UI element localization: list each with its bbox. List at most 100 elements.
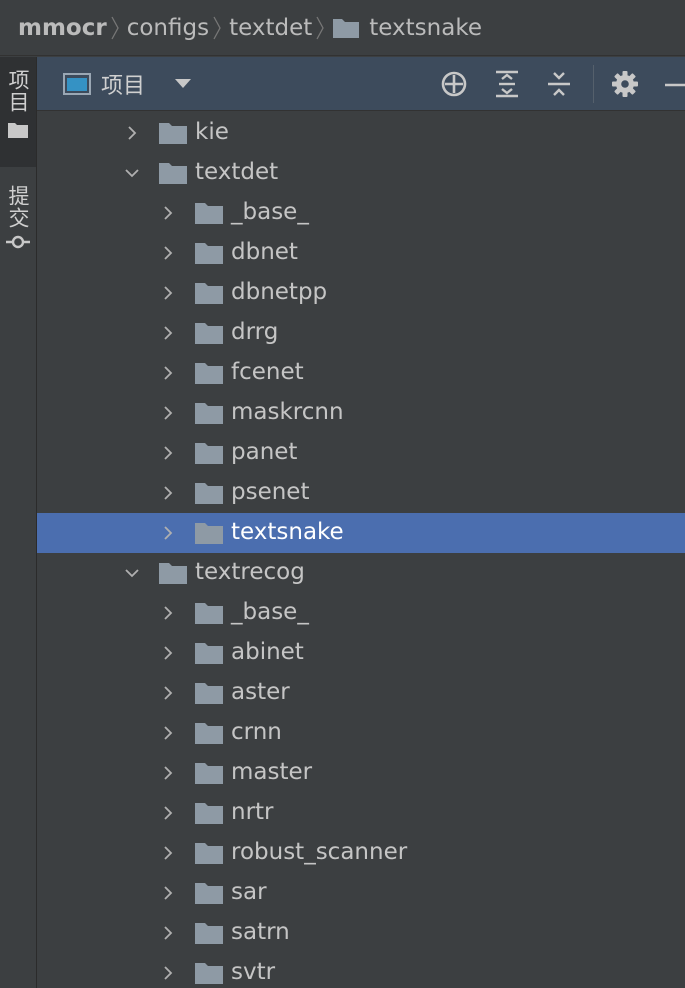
- chevron-down-icon[interactable]: [125, 566, 139, 580]
- breadcrumb-separator-icon: [213, 16, 221, 39]
- tree-item-label: textsnake: [231, 519, 344, 545]
- breadcrumb-item-textsnake[interactable]: textsnake: [369, 15, 482, 41]
- locate-icon[interactable]: [440, 70, 468, 98]
- chevron-right-icon[interactable]: [161, 926, 175, 940]
- tree-item-label: maskrcnn: [231, 399, 344, 425]
- chevron-right-icon[interactable]: [161, 486, 175, 500]
- tree-row-textdet[interactable]: textdet: [37, 153, 685, 193]
- folder-icon: [195, 403, 223, 424]
- chevron-right-icon[interactable]: [161, 326, 175, 340]
- tree-row-textsnake[interactable]: textsnake: [37, 513, 685, 553]
- folder-icon: [8, 123, 28, 138]
- tree-item-label: abinet: [231, 639, 304, 665]
- folder-icon: [195, 843, 223, 864]
- chevron-right-icon[interactable]: [161, 446, 175, 460]
- chevron-right-icon[interactable]: [161, 766, 175, 780]
- folder-icon: [195, 523, 223, 544]
- tree-item-label: robust_scanner: [231, 839, 408, 865]
- tree-row-sar[interactable]: sar: [37, 873, 685, 913]
- folder-icon: [195, 643, 223, 664]
- chevron-right-icon[interactable]: [161, 366, 175, 380]
- tree-row-psenet[interactable]: psenet: [37, 473, 685, 513]
- breadcrumb-item-textdet[interactable]: textdet: [229, 15, 312, 41]
- chevron-right-icon[interactable]: [161, 686, 175, 700]
- folder-icon: [195, 483, 223, 504]
- folder-icon: [195, 763, 223, 784]
- tree-row-master[interactable]: master: [37, 753, 685, 793]
- tree-row-dbnetpp[interactable]: dbnetpp: [37, 273, 685, 313]
- tree-row-dbnet[interactable]: dbnet: [37, 233, 685, 273]
- tool-tab-project[interactable]: 项目: [0, 57, 36, 167]
- tree-item-label: _base_: [231, 599, 309, 625]
- tree-row-fcenet[interactable]: fcenet: [37, 353, 685, 393]
- chevron-down-icon[interactable]: [125, 166, 139, 180]
- tree-item-label: panet: [231, 439, 298, 465]
- folder-icon: [159, 163, 187, 184]
- tree-item-label: crnn: [231, 719, 282, 745]
- folder-icon: [195, 363, 223, 384]
- chevron-right-icon[interactable]: [161, 246, 175, 260]
- tree-row-base[interactable]: _base_: [37, 593, 685, 633]
- folder-icon: [195, 203, 223, 224]
- tree-row-satrn[interactable]: satrn: [37, 913, 685, 953]
- project-tree[interactable]: kie textdet _base_ dbnet dbnetpp drrg fcenet ma…: [37, 111, 685, 988]
- tree-item-label: fcenet: [231, 359, 304, 385]
- chevron-right-icon[interactable]: [161, 206, 175, 220]
- tool-tab-commit[interactable]: 提交: [0, 179, 36, 279]
- tree-row-svtr[interactable]: svtr: [37, 953, 685, 988]
- folder-icon: [195, 283, 223, 304]
- tree-item-label: textrecog: [195, 559, 305, 585]
- folder-icon: [195, 923, 223, 944]
- chevron-right-icon[interactable]: [161, 406, 175, 420]
- breadcrumb-separator-icon: [111, 16, 119, 39]
- tree-item-label: aster: [231, 679, 290, 705]
- folder-icon: [195, 603, 223, 624]
- folder-icon: [195, 683, 223, 704]
- tree-row-crnn[interactable]: crnn: [37, 713, 685, 753]
- folder-icon: [195, 243, 223, 264]
- tree-item-label: satrn: [231, 919, 290, 945]
- folder-icon: [159, 563, 187, 584]
- folder-icon: [195, 323, 223, 344]
- tree-row-kie[interactable]: kie: [37, 113, 685, 153]
- expand-all-icon[interactable]: [494, 70, 520, 98]
- gear-icon[interactable]: [611, 70, 639, 98]
- tree-row-drrg[interactable]: drrg: [37, 313, 685, 353]
- tool-tab-project-label: 项目: [6, 69, 30, 113]
- tree-row-abinet[interactable]: abinet: [37, 633, 685, 673]
- tree-item-label: textdet: [195, 159, 279, 185]
- tree-item-label: master: [231, 759, 313, 785]
- chevron-right-icon[interactable]: [161, 886, 175, 900]
- tree-row-maskrcnn[interactable]: maskrcnn: [37, 393, 685, 433]
- commit-icon: [6, 235, 30, 249]
- breadcrumb-item-mmocr[interactable]: mmocr: [18, 15, 107, 41]
- chevron-right-icon[interactable]: [161, 606, 175, 620]
- folder-icon: [159, 123, 187, 144]
- tree-item-label: svtr: [231, 959, 276, 985]
- tree-row-base[interactable]: _base_: [37, 193, 685, 233]
- tree-row-robustscanner[interactable]: robust_scanner: [37, 833, 685, 873]
- chevron-right-icon[interactable]: [161, 286, 175, 300]
- breadcrumb-item-configs[interactable]: configs: [127, 15, 209, 41]
- folder-icon: [195, 723, 223, 744]
- chevron-right-icon[interactable]: [161, 526, 175, 540]
- tree-row-panet[interactable]: panet: [37, 433, 685, 473]
- chevron-right-icon[interactable]: [125, 126, 139, 140]
- chevron-right-icon[interactable]: [161, 726, 175, 740]
- chevron-right-icon[interactable]: [161, 646, 175, 660]
- minimize-icon[interactable]: [663, 70, 685, 98]
- tree-row-nrtr[interactable]: nrtr: [37, 793, 685, 833]
- tool-window-strip: 项目 提交: [0, 57, 37, 988]
- tree-row-aster[interactable]: aster: [37, 673, 685, 713]
- chevron-right-icon[interactable]: [161, 966, 175, 980]
- collapse-all-icon[interactable]: [546, 70, 572, 98]
- tree-row-textrecog[interactable]: textrecog: [37, 553, 685, 593]
- chevron-down-icon[interactable]: [175, 78, 192, 89]
- tree-item-label: _base_: [231, 199, 309, 225]
- tree-item-label: dbnet: [231, 239, 298, 265]
- project-view-label[interactable]: 项目: [101, 68, 145, 100]
- folder-icon: [195, 803, 223, 824]
- project-view-icon: [63, 72, 91, 95]
- chevron-right-icon[interactable]: [161, 846, 175, 860]
- chevron-right-icon[interactable]: [161, 806, 175, 820]
